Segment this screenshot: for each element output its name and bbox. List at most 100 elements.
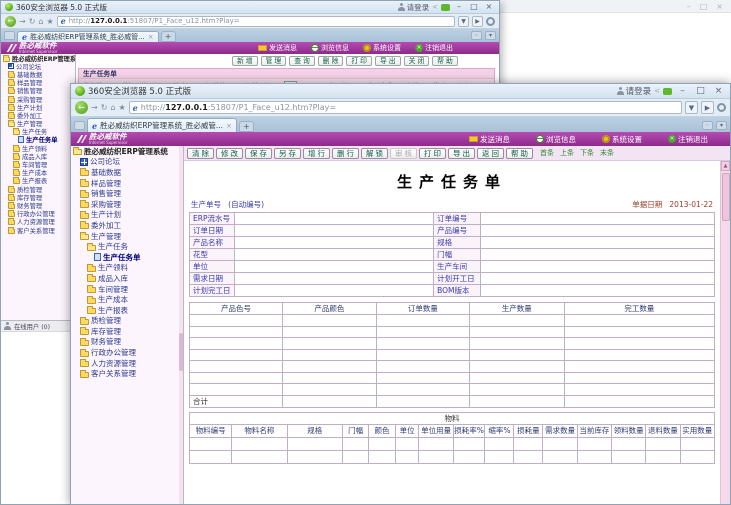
cell[interactable]: [282, 338, 376, 350]
cell[interactable]: [376, 372, 469, 384]
scroll-up-icon[interactable]: ▲: [721, 161, 730, 171]
cell[interactable]: [577, 437, 611, 450]
online-users-bar[interactable]: 在线用户 (0): [1, 320, 75, 332]
cell[interactable]: [469, 372, 564, 384]
cell[interactable]: [646, 450, 680, 463]
cell[interactable]: [453, 437, 485, 450]
url-dropdown-icon[interactable]: ▼: [685, 101, 698, 114]
toolbar-button-打印[interactable]: 打印: [419, 148, 446, 159]
login-button[interactable]: 请登录: [617, 85, 652, 97]
home-button[interactable]: ⌂: [110, 103, 115, 112]
nav-link-下条[interactable]: 下条: [580, 148, 594, 158]
cell[interactable]: [419, 450, 453, 463]
toolbar-button-新增[interactable]: 新增: [232, 56, 258, 66]
field-value-input[interactable]: [234, 285, 434, 297]
cell[interactable]: [646, 437, 680, 450]
restore-tab-icon[interactable]: ◦: [471, 31, 482, 40]
titlebar[interactable]: 360安全浏览器 5.0 正式版 请登录 < – □ ×: [71, 84, 730, 99]
cell[interactable]: [342, 450, 368, 463]
field-value-input[interactable]: [234, 225, 434, 237]
cell[interactable]: [282, 349, 376, 361]
tree-item-委外加工[interactable]: 委外加工: [71, 220, 183, 231]
login-button[interactable]: 请登录: [398, 2, 430, 13]
cell[interactable]: [376, 384, 469, 396]
tree-scrollbar-thumb[interactable]: [179, 333, 183, 371]
cell[interactable]: [564, 361, 714, 373]
cell[interactable]: [376, 315, 469, 327]
toolbar-button-修改[interactable]: 修改: [216, 148, 243, 159]
cell[interactable]: [376, 361, 469, 373]
product-row[interactable]: [190, 338, 715, 350]
url-input[interactable]: e http://127.0.0.1:51807/P1_Face_u12.htm…: [129, 101, 682, 114]
cell[interactable]: [514, 450, 543, 463]
product-row[interactable]: [190, 384, 715, 396]
tree-item-库存管理[interactable]: 库存管理: [71, 326, 183, 337]
toolbar-button-管理[interactable]: 管理: [261, 56, 287, 66]
tree-item-基础数据[interactable]: 基础数据: [71, 167, 183, 178]
tree-item-客户关系管理[interactable]: 客户关系管理: [71, 368, 183, 379]
cell[interactable]: [369, 450, 395, 463]
tab-erp[interactable]: e 胜必威纺织ERP管理系统_胜必威管... ×: [87, 118, 237, 132]
cell[interactable]: [543, 437, 577, 450]
cell[interactable]: [342, 437, 368, 450]
banner-link-globe[interactable]: 浏览信息: [311, 43, 349, 53]
cell[interactable]: [469, 384, 564, 396]
cell[interactable]: [612, 450, 646, 463]
tree-item-质检管理[interactable]: 质检管理: [71, 316, 183, 327]
cell[interactable]: [564, 372, 714, 384]
field-value-input[interactable]: [481, 261, 715, 273]
cell[interactable]: [469, 326, 564, 338]
cell[interactable]: [190, 361, 283, 373]
url-dropdown-icon[interactable]: ▼: [458, 16, 469, 27]
tab-list-icon[interactable]: [74, 121, 85, 130]
new-tab-button[interactable]: +: [161, 31, 176, 42]
go-button[interactable]: ▶: [472, 16, 483, 27]
cell[interactable]: [564, 349, 714, 361]
cell[interactable]: [564, 326, 714, 338]
cell[interactable]: [376, 326, 469, 338]
toolbar-button-查询[interactable]: 查询: [289, 56, 315, 66]
cell[interactable]: [395, 437, 419, 450]
tree-item-生产任务[interactable]: 生产任务: [71, 241, 183, 252]
go-button[interactable]: ▶: [701, 101, 714, 114]
toolbar-button-解锁[interactable]: 解锁: [361, 148, 388, 159]
product-row[interactable]: [190, 372, 715, 384]
toolbar-button-删行[interactable]: 删行: [332, 148, 359, 159]
tree-item-销售管理[interactable]: 销售管理: [71, 188, 183, 199]
toolbar-button-导出[interactable]: 导出: [448, 148, 475, 159]
cell[interactable]: [376, 338, 469, 350]
cell[interactable]: [564, 338, 714, 350]
cell[interactable]: [282, 315, 376, 327]
banner-link-globe[interactable]: 浏览信息: [536, 134, 576, 145]
close-button[interactable]: ×: [711, 86, 726, 96]
skin-icon[interactable]: [441, 4, 450, 11]
tree-root[interactable]: 胜必威纺织ERP管理系统: [71, 146, 183, 157]
cell[interactable]: [395, 450, 419, 463]
cell[interactable]: [282, 384, 376, 396]
cell[interactable]: [190, 384, 283, 396]
cell[interactable]: [453, 450, 485, 463]
cell[interactable]: [485, 437, 514, 450]
cell[interactable]: [190, 450, 232, 463]
cell[interactable]: [287, 437, 342, 450]
tree-item-生产成本[interactable]: 生产成本: [71, 294, 183, 305]
tab-menu-icon[interactable]: ▾: [485, 31, 496, 40]
tree-item-车间管理[interactable]: 车间管理: [71, 284, 183, 295]
toolbar-button-保存[interactable]: 保存: [245, 148, 272, 159]
cell[interactable]: [680, 437, 714, 450]
tree-item-成品入库[interactable]: 成品入库: [71, 273, 183, 284]
material-row[interactable]: [190, 450, 715, 463]
scrollbar-thumb[interactable]: [722, 173, 730, 221]
collapse-icon[interactable]: <: [432, 3, 438, 11]
toolbar-button-关闭[interactable]: 关闭: [404, 56, 430, 66]
tree-item-生产管理[interactable]: 生产管理: [71, 231, 183, 242]
close-button[interactable]: ×: [716, 2, 723, 11]
cell[interactable]: [469, 338, 564, 350]
cell[interactable]: [376, 349, 469, 361]
banner-link-power[interactable]: ×注销退出: [415, 43, 453, 53]
tree-item-生产任务单[interactable]: 生产任务单: [71, 252, 183, 263]
tree-item-财务管理[interactable]: 财务管理: [71, 337, 183, 348]
field-value-input[interactable]: [234, 249, 434, 261]
browser-menu-icon[interactable]: [486, 17, 495, 26]
toolbar-button-另存[interactable]: 另存: [274, 148, 301, 159]
